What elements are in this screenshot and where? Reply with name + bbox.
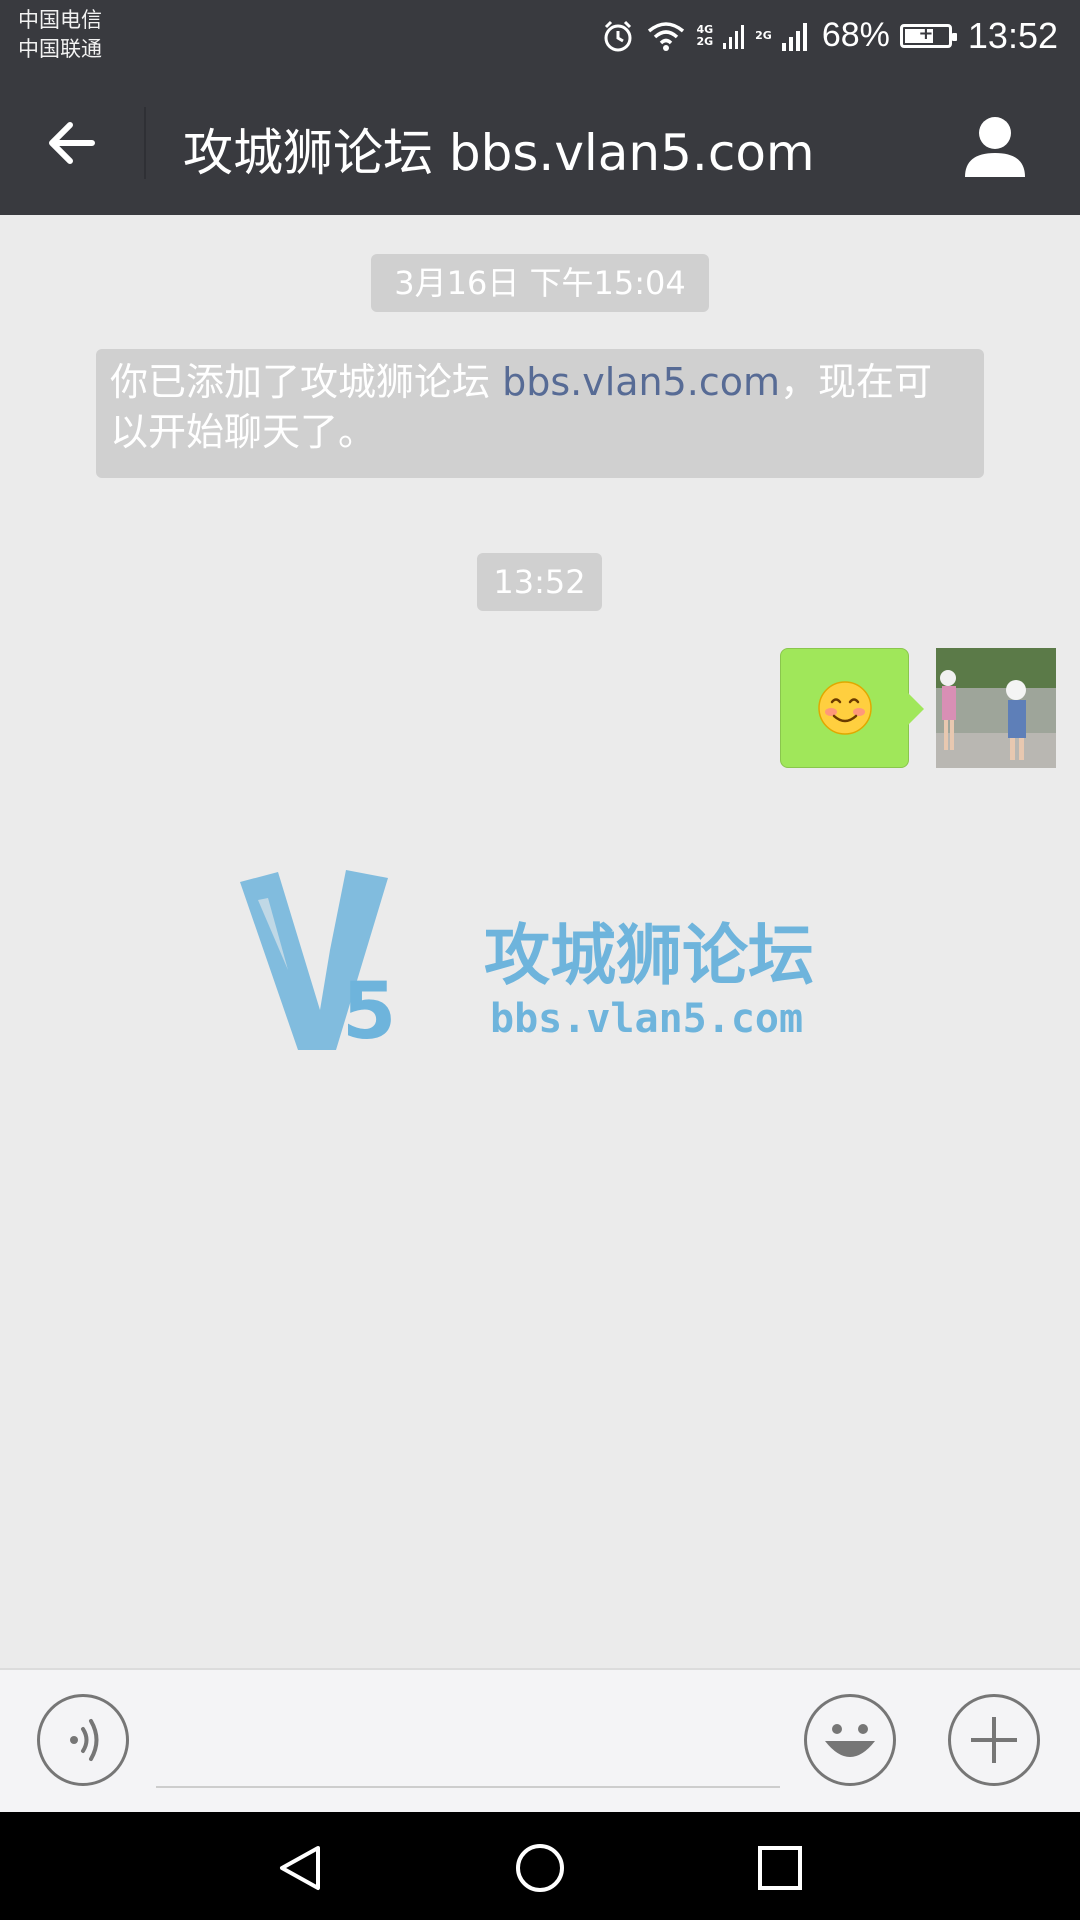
more-button[interactable] xyxy=(948,1694,1040,1786)
signal-label-1: 4G xyxy=(696,22,714,36)
voice-button[interactable] xyxy=(37,1694,129,1786)
emoji-button[interactable] xyxy=(804,1694,896,1786)
svg-text:5: 5 xyxy=(342,967,396,1057)
timestamp-1: 3月16日 下午15:04 xyxy=(371,254,709,312)
smiling-emoji-icon xyxy=(817,681,872,735)
alarm-icon xyxy=(604,20,632,51)
signal-label-3: 2G xyxy=(755,28,772,42)
triangle-back-icon[interactable] xyxy=(274,1842,326,1894)
avatar-photo xyxy=(936,648,1056,768)
battery-percent: 68% xyxy=(821,16,890,54)
chat-header: 攻城狮论坛 bbs.vlan5.com xyxy=(0,71,1080,215)
system-nav-bar xyxy=(0,1812,1080,1920)
circle-home-icon[interactable] xyxy=(514,1842,566,1894)
carrier-2: 中国联通 xyxy=(18,37,102,61)
status-clock: 13:52 xyxy=(967,14,1058,56)
chat-title: 攻城狮论坛 bbs.vlan5.com xyxy=(183,124,815,182)
plus-icon xyxy=(971,1717,1017,1763)
arrow-left-icon[interactable] xyxy=(40,111,104,175)
system-message-link[interactable]: bbs.vlan5.com xyxy=(502,360,780,404)
system-message: 你已添加了攻城狮论坛 bbs.vlan5.com，现在可以开始聊天了。 xyxy=(96,349,984,478)
watermark-url: bbs.vlan5.com xyxy=(490,996,803,1042)
signal-bars-2-icon xyxy=(781,22,807,51)
watermark-logo: V5 5 攻城狮论坛 bbs.vlan5.com xyxy=(238,860,838,1060)
header-divider xyxy=(144,107,146,179)
carrier-1: 中国电信 xyxy=(18,8,102,32)
user-avatar[interactable] xyxy=(936,648,1056,768)
status-icons: 4G 2G 2G 68% + 13:52 xyxy=(600,0,1058,71)
battery-icon: + xyxy=(899,23,957,48)
watermark-name: 攻城狮论坛 xyxy=(484,917,814,994)
sent-message-bubble[interactable] xyxy=(780,648,924,768)
signal-4g-2g: 4G 2G xyxy=(696,22,714,48)
person-icon[interactable] xyxy=(960,111,1030,181)
signal-bars-icon xyxy=(723,24,745,49)
wifi-icon xyxy=(648,21,685,51)
timestamp-2: 13:52 xyxy=(477,553,602,611)
message-input[interactable] xyxy=(156,1786,780,1788)
system-message-prefix: 你已添加了攻城狮论坛 xyxy=(110,360,503,404)
signal-label-2: 2G xyxy=(696,34,714,48)
carrier-info: 中国电信 中国联通 xyxy=(18,6,102,64)
chat-input-bar xyxy=(0,1668,1080,1812)
signal-2g: 2G xyxy=(755,28,772,42)
smiley-icon xyxy=(825,1724,875,1757)
voice-icon xyxy=(70,1719,99,1761)
square-recent-icon[interactable] xyxy=(754,1842,806,1894)
status-bar: 中国电信 中国联通 4G 2G 2G 68% + 13:52 xyxy=(0,0,1080,71)
